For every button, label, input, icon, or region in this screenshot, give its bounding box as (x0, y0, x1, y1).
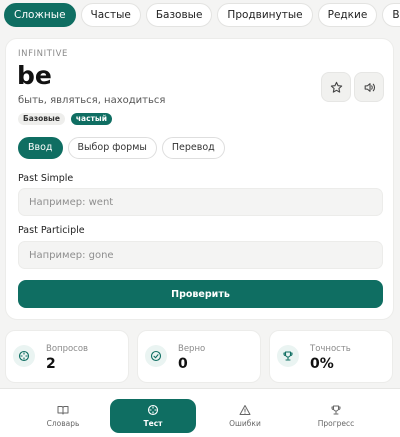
stat-value: 0 (178, 356, 188, 372)
star-icon (330, 81, 342, 93)
stat-label: Верно (178, 344, 206, 354)
nav-label: Тест (143, 419, 163, 428)
past-simple-label: Past Simple (18, 173, 74, 184)
stat-value: 2 (46, 356, 56, 372)
level-tag: Базовые (18, 113, 65, 125)
favorite-button[interactable] (321, 72, 351, 102)
filter-chip-frequent[interactable]: Частые (80, 3, 141, 27)
filter-chip-all[interactable]: Все (382, 3, 400, 27)
past-participle-label: Past Participle (18, 225, 85, 236)
book-icon (57, 406, 69, 415)
stats-row: Вопросов 2 Верно 0 Точность 0% (5, 330, 394, 383)
target-icon (147, 404, 159, 416)
tab-translation[interactable]: Перевод (161, 137, 225, 159)
mode-tabs: Ввод Выбор формы Перевод (18, 137, 225, 159)
nav-dictionary[interactable]: Словарь (20, 399, 106, 433)
trophy-icon (331, 405, 341, 415)
tag-list: Базовые частый (18, 113, 112, 125)
warning-icon (239, 405, 251, 415)
stat-value: 0% (310, 356, 334, 372)
past-simple-input[interactable] (18, 188, 383, 216)
speaker-icon (364, 82, 375, 92)
filter-chip-basic[interactable]: Базовые (145, 3, 213, 27)
nav-progress[interactable]: Прогресс (293, 399, 379, 433)
verb-card: INFINITIVE be быть, являться, находиться… (5, 38, 394, 320)
frequency-tag: частый (70, 113, 112, 125)
filter-chip-hard[interactable]: Сложные (4, 3, 76, 27)
form-type-label: INFINITIVE (18, 49, 69, 59)
nav-errors[interactable]: Ошибки (202, 399, 288, 433)
filter-chip-rare[interactable]: Редкие (317, 3, 378, 27)
stat-correct: Верно 0 (137, 330, 261, 383)
check-button[interactable]: Проверить (18, 280, 383, 308)
stat-label: Точность (310, 344, 351, 354)
verb-translation: быть, являться, находиться (18, 95, 166, 106)
trophy-icon (277, 345, 299, 367)
filter-chip-advanced[interactable]: Продвинутые (217, 3, 313, 27)
bottom-nav: Словарь Тест Ошибки Прогресс (0, 388, 400, 437)
past-participle-input[interactable] (18, 241, 383, 269)
nav-label: Словарь (46, 419, 80, 428)
target-icon (13, 345, 35, 367)
stat-accuracy: Точность 0% (269, 330, 393, 383)
nav-test[interactable]: Тест (110, 399, 196, 433)
nav-label: Ошибки (229, 419, 261, 428)
stat-label: Вопросов (46, 344, 89, 354)
verb-title: be (17, 61, 52, 90)
pronounce-button[interactable] (354, 72, 384, 102)
check-circle-icon (145, 345, 167, 367)
filter-bar: Сложные Частые Базовые Продвинутые Редки… (0, 0, 400, 33)
nav-label: Прогресс (317, 419, 355, 428)
stat-questions: Вопросов 2 (5, 330, 129, 383)
tab-input[interactable]: Ввод (18, 137, 63, 159)
tab-choose-form[interactable]: Выбор формы (67, 137, 157, 159)
